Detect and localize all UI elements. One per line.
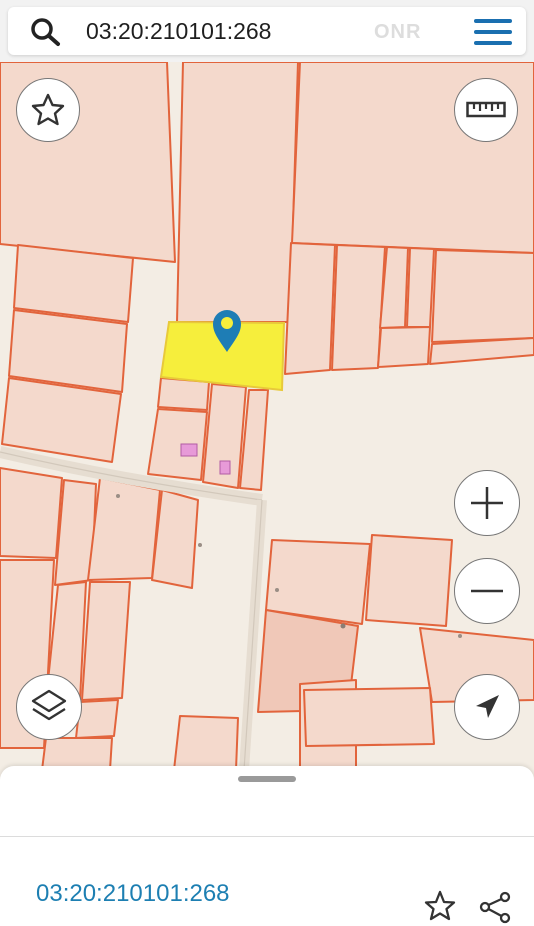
bottom-sheet[interactable]: 03:20:210101:268 [0, 766, 534, 926]
hamburger-menu-icon[interactable] [468, 15, 520, 49]
land-parcel[interactable] [81, 581, 131, 701]
watermark-logo: ONR [374, 21, 422, 43]
land-parcel[interactable] [331, 244, 386, 371]
land-parcel[interactable] [284, 242, 336, 375]
land-parcel[interactable] [0, 467, 63, 559]
land-parcel[interactable] [173, 715, 239, 771]
land-parcel[interactable] [176, 62, 299, 323]
land-parcel[interactable] [87, 477, 161, 581]
navigation-arrow-icon [476, 695, 499, 718]
layers-icon [31, 689, 67, 721]
search-bar[interactable]: ONR [8, 7, 526, 55]
land-parcel[interactable] [147, 408, 208, 481]
land-parcel[interactable] [75, 699, 119, 739]
star-icon [31, 93, 65, 126]
land-parcel[interactable] [157, 377, 210, 411]
land-parcel[interactable] [365, 534, 453, 627]
layers-button[interactable] [16, 674, 82, 740]
top-bar: ONR [0, 0, 534, 62]
favorite-button[interactable] [16, 78, 80, 142]
land-parcel[interactable] [265, 539, 371, 625]
land-parcel[interactable] [406, 247, 435, 328]
land-parcel[interactable] [13, 244, 134, 323]
locate-button[interactable] [454, 674, 520, 740]
minus-icon [471, 589, 503, 593]
star-outline-icon[interactable] [424, 890, 456, 922]
zoom-out-button[interactable] [454, 558, 520, 624]
land-parcel[interactable] [431, 249, 534, 343]
building [180, 443, 198, 457]
land-parcel[interactable] [303, 687, 435, 747]
ruler-button[interactable] [454, 78, 518, 142]
search-input[interactable] [86, 15, 386, 47]
search-icon[interactable] [28, 17, 64, 47]
building [219, 460, 231, 475]
land-parcel[interactable] [377, 326, 431, 368]
ruler-icon [466, 101, 506, 118]
share-icon[interactable] [478, 890, 512, 924]
zoom-in-button[interactable] [454, 470, 520, 536]
sheet-drag-handle[interactable] [238, 776, 296, 782]
plus-icon [471, 487, 503, 519]
cadastral-number[interactable]: 03:20:210101:268 [36, 880, 230, 908]
divider [0, 836, 534, 837]
